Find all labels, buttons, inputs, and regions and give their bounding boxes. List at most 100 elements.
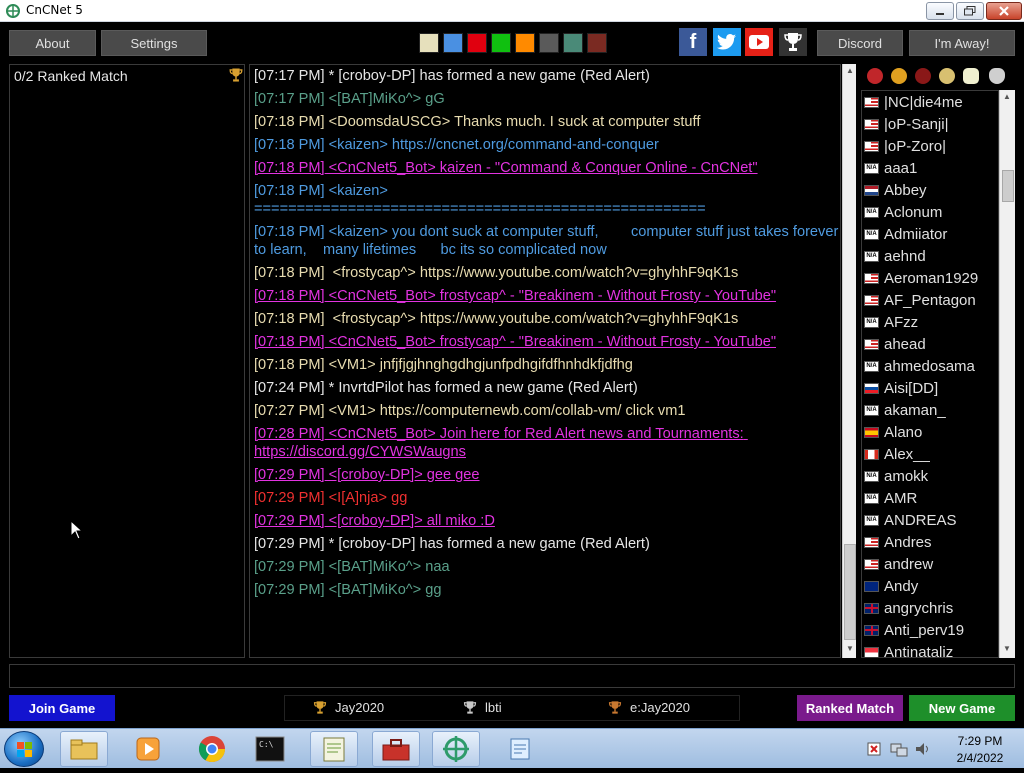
user-list-item[interactable]: Aisi[DD] — [862, 377, 998, 399]
taskbar-chrome[interactable] — [188, 731, 236, 767]
chat-message[interactable]: [07:18 PM] <CnCNet5_Bot> kaizen - "Comma… — [254, 159, 840, 177]
user-list[interactable]: |NC|die4me |oP-Sanji| |oP-Zoro| N/A aaa1 Abbe… — [861, 90, 999, 658]
trophy-icon — [784, 33, 802, 51]
user-list-item[interactable]: |NC|die4me — [862, 91, 998, 113]
ranked-player-item[interactable]: lbti — [463, 700, 502, 715]
chat-message[interactable]: [07:29 PM] <[croboy-DP]> gee gee — [254, 466, 840, 484]
user-list-item[interactable]: Andy — [862, 575, 998, 597]
user-list-item[interactable]: |oP-Zoro| — [862, 135, 998, 157]
scroll-down-icon[interactable]: ▼ — [1003, 644, 1011, 653]
user-list-item[interactable]: Antinataliz — [862, 641, 998, 657]
start-button[interactable] — [4, 731, 44, 767]
action-center-icon[interactable] — [866, 741, 882, 757]
chat-message[interactable]: [07:28 PM] <CnCNet5_Bot> Join here for R… — [254, 425, 840, 461]
scroll-down-icon[interactable]: ▼ — [845, 644, 855, 654]
chat-bubble-icon[interactable] — [963, 68, 979, 84]
user-list-item[interactable]: Abbey — [862, 179, 998, 201]
user-list-scroll-thumb[interactable] — [1002, 170, 1014, 202]
ladder-trophy-button[interactable] — [779, 28, 807, 56]
maximize-button[interactable] — [956, 2, 984, 20]
color-swatch[interactable] — [563, 33, 583, 53]
user-list-item[interactable]: andrew — [862, 553, 998, 575]
scroll-up-icon[interactable]: ▲ — [845, 66, 855, 76]
user-list-item[interactable]: N/A ahmedosama — [862, 355, 998, 377]
tiberian-sun-filter-icon[interactable] — [891, 68, 907, 84]
close-button[interactable] — [986, 2, 1022, 20]
chat-log[interactable]: [07:17 PM] * [croboy-DP] has formed a ne… — [249, 64, 841, 658]
user-list-item[interactable]: Aeroman1929 — [862, 267, 998, 289]
taskbar-cncnet[interactable] — [432, 731, 480, 767]
away-button[interactable]: I'm Away! — [909, 30, 1015, 56]
chat-timestamp: [07:29 PM] — [254, 490, 325, 506]
color-swatch[interactable] — [419, 33, 439, 53]
user-list-item[interactable]: Alano — [862, 421, 998, 443]
user-list-item[interactable]: Andres — [862, 531, 998, 553]
taskbar-toolbox[interactable] — [372, 731, 420, 767]
user-list-item[interactable]: N/A AMR — [862, 487, 998, 509]
chat-message[interactable]: [07:29 PM] <[croboy-DP]> all miko :D — [254, 512, 840, 530]
ranked-player-item[interactable]: e:Jay2020 — [608, 700, 690, 715]
facebook-button[interactable]: f — [679, 28, 707, 56]
join-game-button[interactable]: Join Game — [9, 695, 115, 721]
user-list-item[interactable]: ahead — [862, 333, 998, 355]
clock-date[interactable]: 2/4/2022 — [950, 751, 1010, 765]
country-flag-icon — [864, 624, 879, 636]
user-list-item[interactable]: N/A ANDREAS — [862, 509, 998, 531]
color-swatch[interactable] — [587, 33, 607, 53]
game-list-panel[interactable]: 0/2 Ranked Match — [9, 64, 245, 658]
minimize-button[interactable] — [926, 2, 954, 20]
about-button[interactable]: About — [9, 30, 96, 56]
user-list-item[interactable]: Anti_perv19 — [862, 619, 998, 641]
user-list-item[interactable]: Alex__ — [862, 443, 998, 465]
chat-timestamp: [07:18 PM] — [254, 114, 325, 130]
user-list-item[interactable]: N/A amokk — [862, 465, 998, 487]
user-list-item[interactable]: AF_Pentagon — [862, 289, 998, 311]
user-list-item[interactable]: N/A aehnd — [862, 245, 998, 267]
color-swatch[interactable] — [443, 33, 463, 53]
user-list-item[interactable]: N/A aaa1 — [862, 157, 998, 179]
network-icon[interactable] — [890, 741, 908, 757]
color-swatch[interactable] — [515, 33, 535, 53]
user-list-item[interactable]: N/A akaman_ — [862, 399, 998, 421]
taskbar-explorer[interactable] — [60, 731, 108, 767]
settings-button[interactable]: Settings — [101, 30, 207, 56]
taskbar-notepad-plus[interactable] — [310, 731, 358, 767]
youtube-button[interactable] — [745, 28, 773, 56]
yuri-filter-icon[interactable] — [915, 68, 931, 84]
user-name: |oP-Zoro| — [884, 137, 946, 155]
trophy-icon — [229, 68, 243, 82]
clock-time[interactable]: 7:29 PM — [950, 734, 1010, 748]
user-list-item[interactable]: |oP-Sanji| — [862, 113, 998, 135]
chat-text: <DoomsdaUSCG> Thanks much. I suck at com… — [324, 114, 701, 130]
ranked-match-button[interactable]: Ranked Match — [797, 695, 903, 721]
dune-filter-icon[interactable] — [939, 68, 955, 84]
taskbar-notes[interactable] — [496, 731, 544, 767]
discord-button[interactable]: Discord — [817, 30, 903, 56]
chat-message[interactable]: [07:18 PM] <CnCNet5_Bot> frostycap^ - "B… — [254, 333, 840, 351]
volume-icon[interactable] — [914, 741, 932, 757]
taskbar-cmd[interactable]: C:\ — [246, 731, 294, 767]
user-list-item[interactable]: N/A Aclonum — [862, 201, 998, 223]
new-game-button[interactable]: New Game — [909, 695, 1015, 721]
color-swatch[interactable] — [467, 33, 487, 53]
user-list-item[interactable]: angrychris — [862, 597, 998, 619]
twitter-button[interactable] — [713, 28, 741, 56]
ranked-player-item[interactable]: Jay2020 — [313, 700, 384, 715]
country-flag-icon — [864, 140, 879, 152]
scroll-up-icon[interactable]: ▲ — [1003, 92, 1011, 101]
user-list-item[interactable]: N/A AFzz — [862, 311, 998, 333]
chat-scroll-thumb[interactable] — [844, 544, 856, 640]
chat-scrollbar[interactable]: ▲ ▼ — [842, 64, 856, 658]
user-list-item[interactable]: N/A Admiiator — [862, 223, 998, 245]
windows-logo-icon — [17, 742, 32, 757]
taskbar-media-player[interactable] — [124, 731, 172, 767]
chat-text: <I[A]nja> gg — [324, 490, 408, 506]
heart-icon[interactable] — [989, 68, 1005, 84]
red-alert-filter-icon[interactable] — [867, 68, 883, 84]
chat-input[interactable] — [9, 664, 1015, 688]
color-swatch[interactable] — [539, 33, 559, 53]
close-icon — [999, 6, 1009, 16]
color-swatch[interactable] — [491, 33, 511, 53]
user-list-scrollbar[interactable]: ▲ ▼ — [999, 90, 1015, 658]
chat-message[interactable]: [07:18 PM] <CnCNet5_Bot> frostycap^ - "B… — [254, 287, 840, 305]
